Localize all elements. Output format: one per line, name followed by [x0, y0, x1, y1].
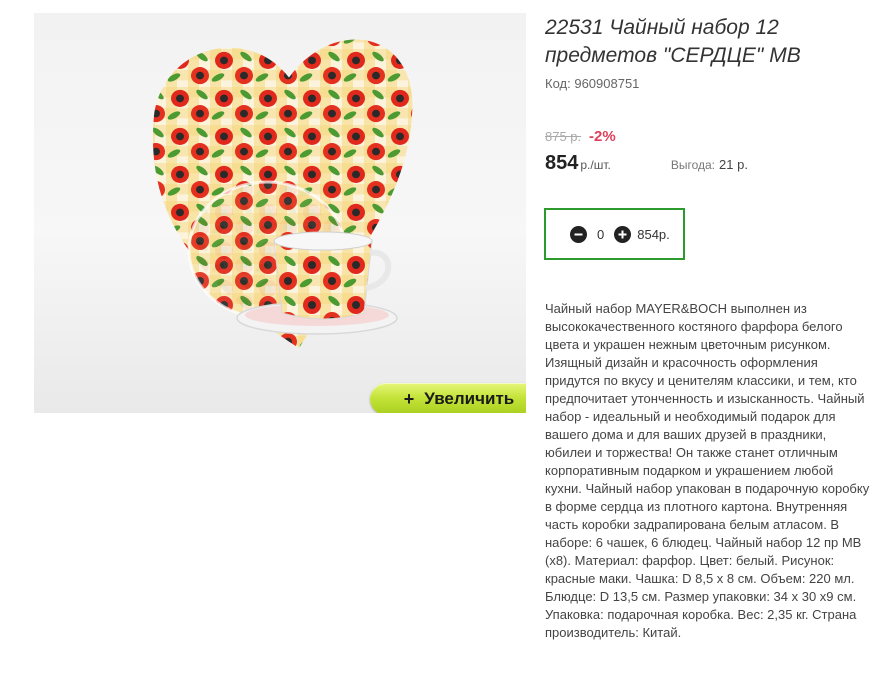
plus-icon: + [403, 388, 415, 409]
quantity-sum: 854р. [637, 226, 670, 242]
zoom-button-label: Увеличить [424, 389, 515, 408]
saving-value: 21 р. [719, 157, 748, 172]
price-row: 854 р./шт. Выгода: 21 р. [545, 152, 748, 175]
product-description: Чайный набор MAYER&BOCH выполнен из высо… [545, 301, 870, 640]
product-image[interactable]: + Увеличить [34, 13, 526, 413]
product-photo-illustration [152, 39, 413, 349]
product-code: Код: 960908751 [545, 76, 639, 91]
price-unit: р./шт. [580, 158, 611, 172]
current-price: 854 [545, 152, 579, 174]
minus-circle-icon[interactable] [570, 225, 587, 243]
product-title: 22531 Чайный набор 12 предметов "СЕРДЦЕ"… [545, 16, 801, 67]
product-code-value: 960908751 [574, 76, 640, 91]
old-price: 875 р. [545, 129, 582, 144]
product-code-label: Код: [545, 76, 571, 91]
saving-label: Выгода: [670, 158, 716, 172]
zoom-button[interactable]: + Увеличить [370, 383, 526, 413]
quantity-stepper: 0 854р. [544, 208, 685, 260]
old-price-row: 875 р. -2% [545, 128, 616, 145]
quantity-value[interactable]: 0 [597, 227, 604, 242]
plus-circle-icon[interactable] [614, 225, 632, 243]
discount-badge: -2% [589, 128, 616, 145]
